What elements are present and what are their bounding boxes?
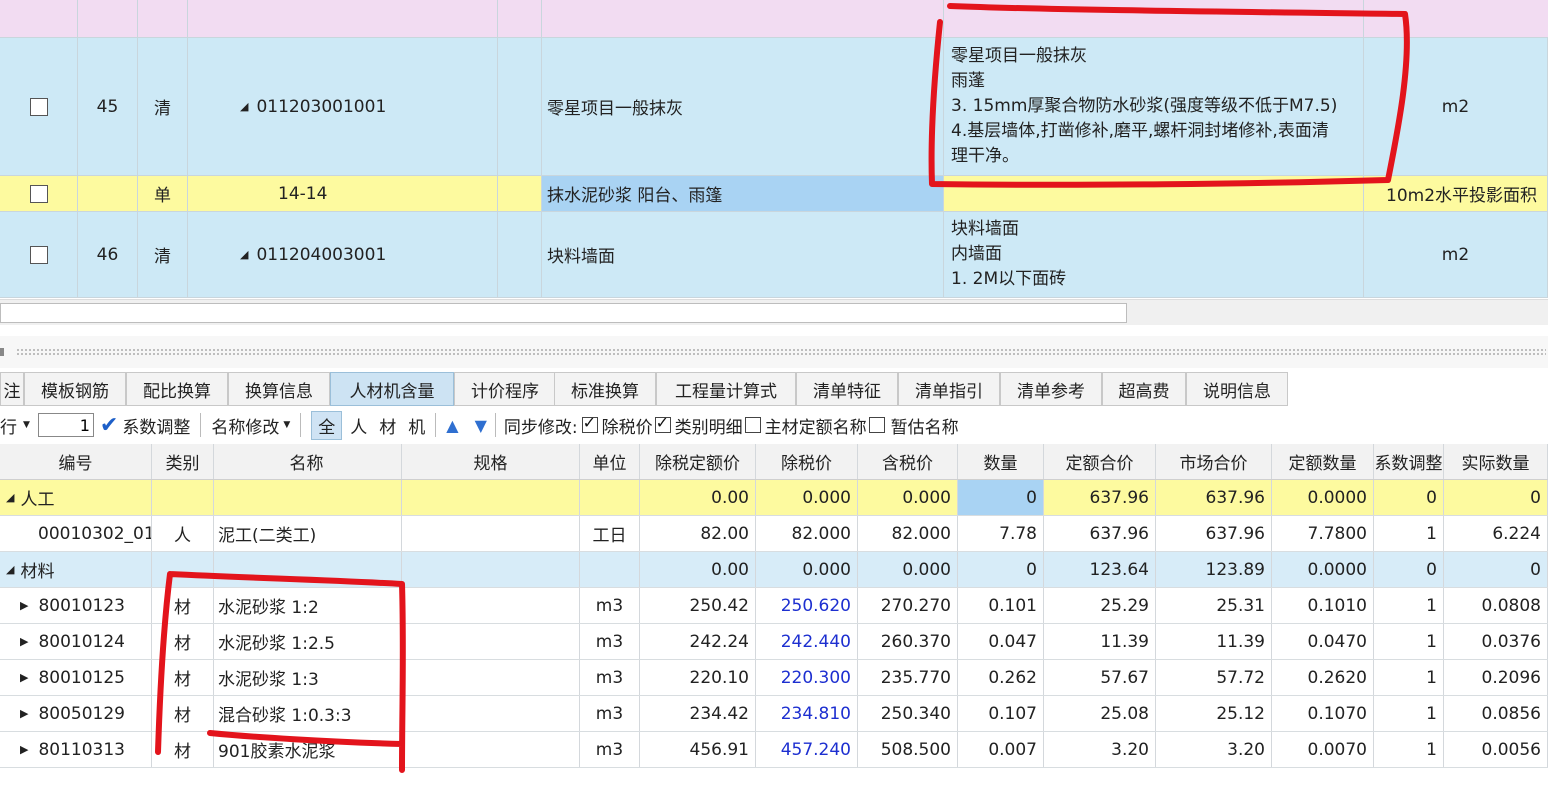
annotation-circle-features (928, 3, 1410, 188)
annotation-layer (155, 3, 1410, 773)
annotation-box-materials (155, 571, 406, 773)
